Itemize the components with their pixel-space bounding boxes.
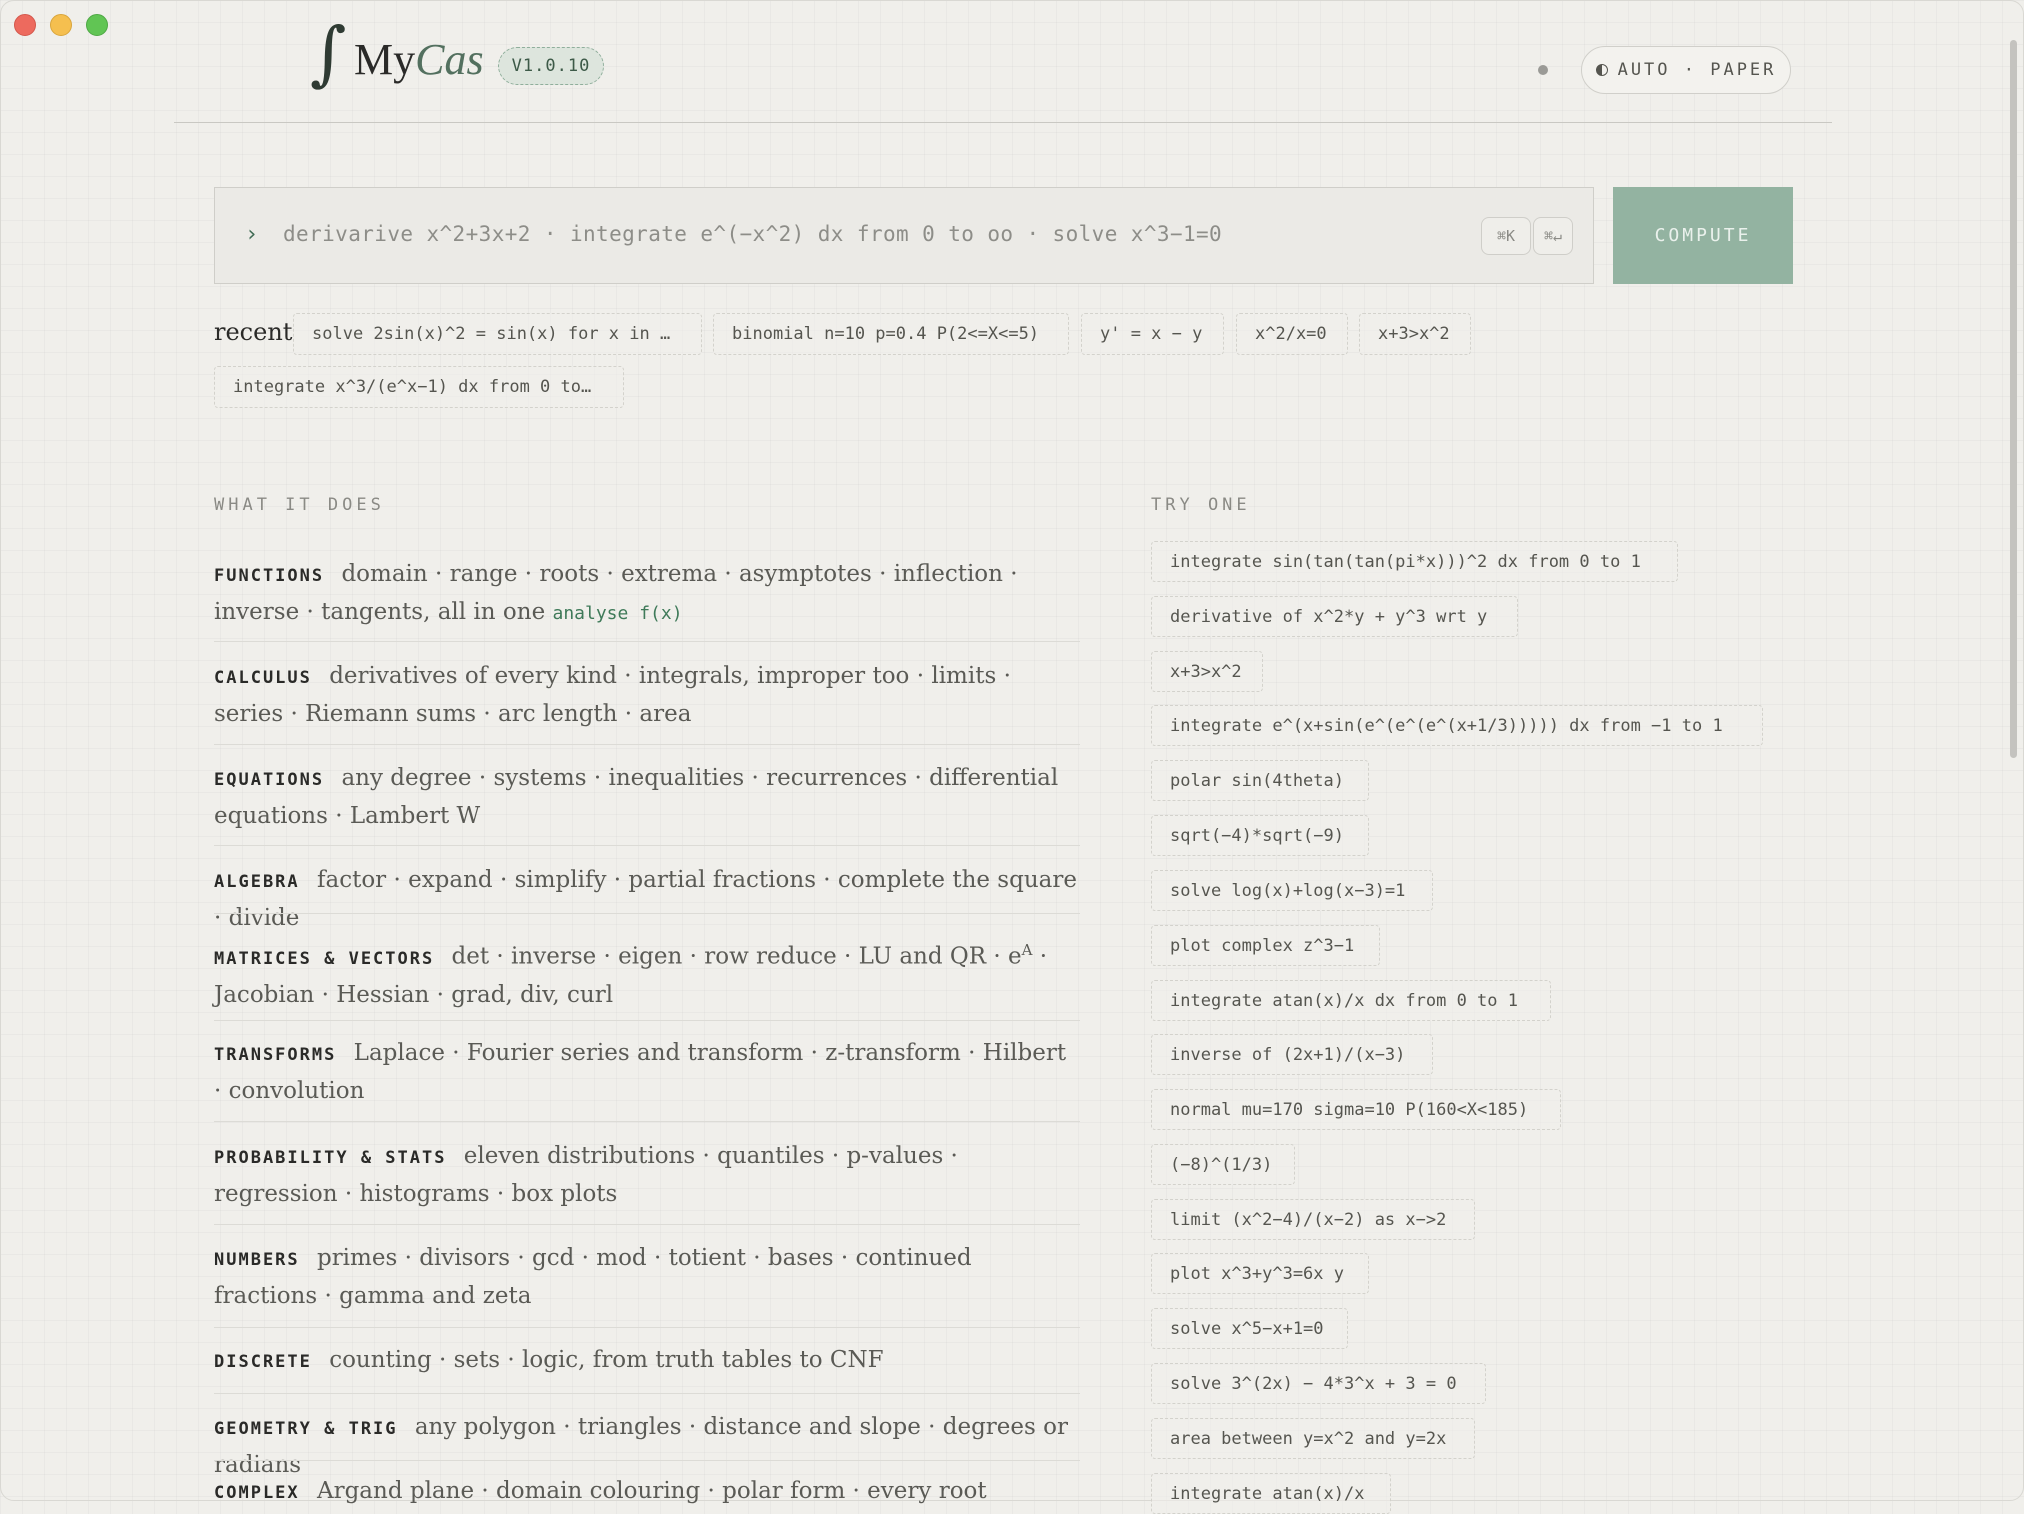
- example-chip[interactable]: derivative of x^2*y + y^3 wrt y: [1151, 596, 1518, 637]
- command-k-shortcut-hint: ⌘K: [1481, 217, 1531, 255]
- try-one-heading: TRY ONE: [1151, 495, 1251, 515]
- feature-divider: [214, 641, 1080, 642]
- recent-chip[interactable]: y' = x − y: [1081, 313, 1224, 355]
- command-enter-shortcut-hint: ⌘↵: [1533, 217, 1573, 255]
- version-badge: V1.0.10: [498, 47, 604, 85]
- minimize-window-button[interactable]: [50, 14, 72, 36]
- zoom-window-button[interactable]: [86, 14, 108, 36]
- example-chip[interactable]: integrate sin(tan(tan(pi*x)))^2 dx from …: [1151, 541, 1678, 582]
- feature-name: NUMBERS: [214, 1250, 300, 1270]
- example-chip[interactable]: normal mu=170 sigma=10 P(160<X<185): [1151, 1089, 1561, 1130]
- feature-description: Laplace · Fourier series and transform ·…: [214, 1040, 1067, 1104]
- recent-chip[interactable]: solve 2sin(x)^2 = sin(x) for x in …: [293, 313, 702, 355]
- feature-description: factor · expand · simplify · partial fra…: [214, 867, 1077, 931]
- what-it-does-heading: WHAT IT DOES: [214, 495, 385, 515]
- vertical-scrollbar[interactable]: [2010, 40, 2017, 758]
- feature-divider: [214, 1460, 1080, 1461]
- app-name: MyCas: [354, 34, 484, 85]
- feature-equations: EQUATIONS any degree · systems · inequal…: [214, 760, 1080, 834]
- feature-name: FUNCTIONS: [214, 566, 325, 586]
- feature-divider: [214, 1327, 1080, 1328]
- compute-button[interactable]: COMPUTE: [1613, 187, 1793, 284]
- feature-divider: [214, 744, 1080, 745]
- feature-complex: COMPLEX Argand plane · domain colouring …: [214, 1473, 1080, 1511]
- example-chip[interactable]: polar sin(4theta): [1151, 760, 1369, 801]
- example-chip[interactable]: sqrt(−4)*sqrt(−9): [1151, 815, 1369, 856]
- app-name-prefix: My: [354, 35, 416, 84]
- example-chip[interactable]: integrate e^(x+sin(e^(e^(e^(x+1/3))))) d…: [1151, 705, 1763, 746]
- half-circle-icon: [1595, 64, 1608, 76]
- feature-divider: [214, 1121, 1080, 1122]
- example-chip[interactable]: limit (x^2−4)/(x−2) as x−>2: [1151, 1199, 1475, 1240]
- feature-description: primes · divisors · gcd · mod · totient …: [214, 1245, 972, 1309]
- feature-name: EQUATIONS: [214, 770, 325, 790]
- feature-name: TRANSFORMS: [214, 1045, 337, 1065]
- feature-algebra: ALGEBRA factor · expand · simplify · par…: [214, 862, 1080, 936]
- feature-discrete: DISCRETE counting · sets · logic, from t…: [214, 1342, 1080, 1380]
- analyse-code-snippet: analyse f(x): [552, 603, 683, 624]
- header-divider: [174, 122, 1832, 123]
- feature-divider: [214, 913, 1080, 914]
- feature-calculus: CALCULUS derivatives of every kind · int…: [214, 658, 1080, 732]
- feature-name: DISCRETE: [214, 1352, 312, 1372]
- feature-name: GEOMETRY & TRIG: [214, 1419, 398, 1439]
- recent-chip[interactable]: binomial n=10 p=0.4 P(2<=X<=5): [713, 313, 1069, 355]
- feature-transforms: TRANSFORMS Laplace · Fourier series and …: [214, 1035, 1080, 1109]
- feature-description: any degree · systems · inequalities · re…: [214, 765, 1059, 829]
- example-chip[interactable]: plot x^3+y^3=6x y: [1151, 1253, 1369, 1294]
- example-chip[interactable]: x+3>x^2: [1151, 651, 1263, 692]
- theme-toggle-button[interactable]: AUTO · PAPER: [1581, 46, 1791, 94]
- feature-probability-stats: PROBABILITY & STATS eleven distributions…: [214, 1138, 1080, 1212]
- feature-geometry-trig: GEOMETRY & TRIG any polygon · triangles …: [214, 1409, 1080, 1483]
- expression-input-placeholder: derivarive x^2+3x+2 · integrate e^(−x^2)…: [283, 222, 1223, 246]
- prompt-chevron-icon: ›: [245, 222, 259, 247]
- feature-description: Argand plane · domain colouring · polar …: [316, 1478, 987, 1504]
- feature-divider: [214, 845, 1080, 846]
- example-chip[interactable]: integrate atan(x)/x: [1151, 1473, 1391, 1514]
- integral-logo-icon: ∫: [310, 12, 347, 94]
- feature-name: PROBABILITY & STATS: [214, 1148, 447, 1168]
- example-chip[interactable]: solve 3^(2x) − 4*3^x + 3 = 0: [1151, 1363, 1486, 1404]
- example-chip[interactable]: plot complex z^3−1: [1151, 925, 1380, 966]
- feature-divider: [214, 1393, 1080, 1394]
- example-chip[interactable]: solve x^5−x+1=0: [1151, 1308, 1348, 1349]
- feature-name: MATRICES & VECTORS: [214, 948, 435, 969]
- example-chip[interactable]: solve log(x)+log(x−3)=1: [1151, 870, 1433, 911]
- recent-chip[interactable]: x+3>x^2: [1359, 313, 1471, 355]
- feature-name: CALCULUS: [214, 668, 312, 688]
- app-name-suffix: Cas: [415, 35, 484, 84]
- close-window-button[interactable]: [14, 14, 36, 36]
- example-chip[interactable]: integrate atan(x)/x dx from 0 to 1: [1151, 980, 1551, 1021]
- recent-label: recent: [214, 318, 293, 346]
- feature-description: counting · sets · logic, from truth tabl…: [329, 1347, 884, 1373]
- recent-chip[interactable]: x^2/x=0: [1236, 313, 1348, 355]
- feature-matrices-vectors: MATRICES & VECTORS det · inverse · eigen…: [214, 932, 1080, 1013]
- feature-description: derivatives of every kind · integrals, i…: [214, 663, 1011, 727]
- feature-numbers: NUMBERS primes · divisors · gcd · mod · …: [214, 1240, 1080, 1314]
- status-dot-icon: [1538, 65, 1548, 75]
- example-chip[interactable]: (−8)^(1/3): [1151, 1144, 1295, 1185]
- feature-functions: FUNCTIONS domain · range · roots · extre…: [214, 556, 1080, 632]
- example-chip[interactable]: inverse of (2x+1)/(x−3): [1151, 1034, 1433, 1075]
- superscript-a: A: [1021, 941, 1033, 959]
- feature-name: COMPLEX: [214, 1483, 300, 1503]
- feature-divider: [214, 1020, 1080, 1021]
- recent-chip[interactable]: integrate x^3/(e^x−1) dx from 0 to…: [214, 366, 624, 408]
- theme-toggle-label: AUTO · PAPER: [1617, 60, 1777, 80]
- example-chip[interactable]: area between y=x^2 and y=2x: [1151, 1418, 1475, 1459]
- expression-input[interactable]: › derivarive x^2+3x+2 · integrate e^(−x^…: [214, 187, 1594, 284]
- feature-divider: [214, 1224, 1080, 1225]
- feature-name: ALGEBRA: [214, 872, 300, 892]
- feature-description-start: det · inverse · eigen · row reduce · LU …: [451, 943, 1022, 970]
